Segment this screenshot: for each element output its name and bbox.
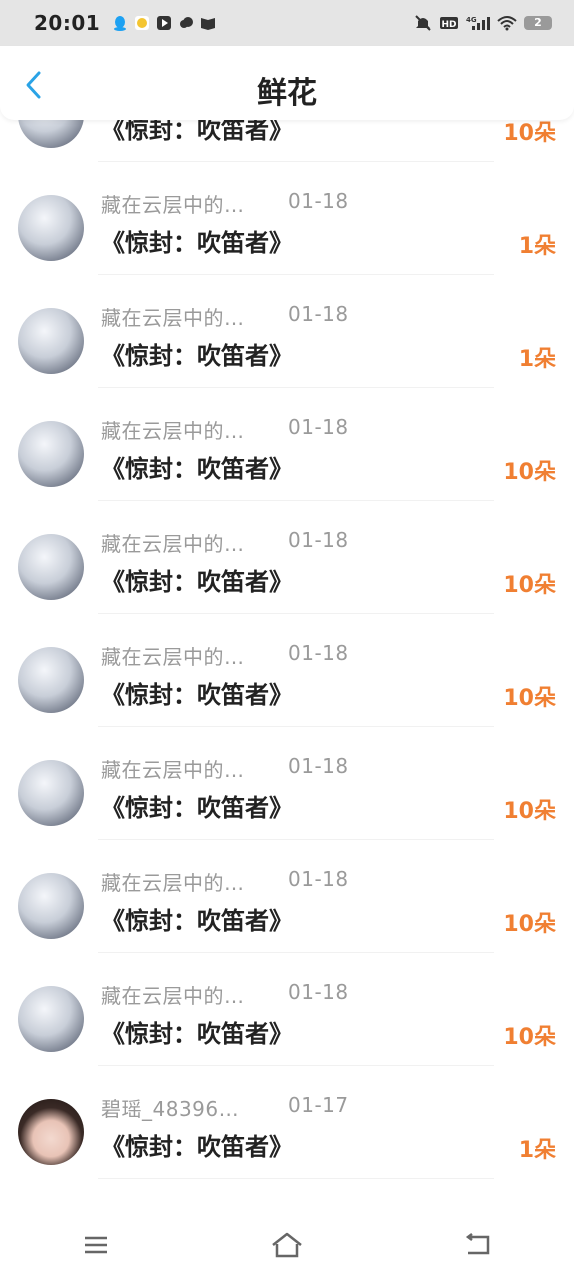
flower-count: 10朵	[503, 1025, 556, 1050]
flower-list[interactable]: 藏在云层中的…01-18《惊封：吹笛者》10朵藏在云层中的…01-18《惊封：吹…	[0, 120, 574, 1210]
face-app-icon	[135, 16, 150, 30]
svg-text:HD: HD	[441, 20, 456, 30]
user-name: 藏在云层中的…	[101, 532, 245, 556]
hd-icon: HD	[440, 17, 458, 30]
avatar[interactable]	[18, 308, 84, 374]
flower-count: 10朵	[503, 460, 556, 485]
user-name: 藏在云层中的…	[101, 984, 245, 1008]
user-name: 藏在云层中的…	[101, 758, 245, 782]
gift-date: 01-18	[288, 189, 349, 213]
list-item[interactable]: 藏在云层中的…01-18《惊封：吹笛者》10朵	[0, 120, 574, 162]
book-title: 《惊封：吹笛者》	[101, 1133, 293, 1161]
status-right: HD 4G 2	[414, 15, 552, 31]
flower-count: 1朵	[518, 347, 556, 372]
flower-count: 10朵	[503, 912, 556, 937]
list-item[interactable]: 藏在云层中的… 01-18 《惊封：吹笛者》 10朵	[0, 727, 574, 840]
flower-count: 1朵	[518, 1138, 556, 1163]
flower-count: 10朵	[503, 121, 556, 146]
book-app-icon	[201, 18, 216, 30]
cloud-app-icon	[180, 17, 194, 28]
signal-4g-icon: 4G	[466, 16, 490, 30]
home-icon	[272, 1232, 302, 1258]
row-divider	[98, 1178, 494, 1179]
list-item[interactable]: 藏在云层中的… 01-18 《惊封：吹笛者》 1朵	[0, 162, 574, 275]
book-title: 《惊封：吹笛者》	[101, 229, 293, 257]
avatar[interactable]	[18, 195, 84, 261]
status-bar: 20:01 HD 4G 2	[0, 0, 574, 46]
user-name: 碧瑶_48396…	[101, 1097, 240, 1121]
book-title: 《惊封：吹笛者》	[101, 794, 293, 822]
menu-button[interactable]	[76, 1225, 116, 1265]
gift-date: 01-18	[288, 528, 349, 552]
book-title: 《惊封：吹笛者》	[101, 681, 293, 709]
book-title: 《惊封：吹笛者》	[101, 342, 293, 370]
flower-count: 10朵	[503, 799, 556, 824]
flower-count: 10朵	[503, 573, 556, 598]
avatar[interactable]	[18, 647, 84, 713]
list-item[interactable]: 藏在云层中的… 01-18 《惊封：吹笛者》 10朵	[0, 501, 574, 614]
user-name: 藏在云层中的…	[101, 419, 245, 443]
user-name: 藏在云层中的…	[101, 871, 245, 895]
avatar[interactable]	[18, 421, 84, 487]
home-button[interactable]	[267, 1225, 307, 1265]
gift-date: 01-18	[288, 980, 349, 1004]
mute-icon	[415, 15, 431, 31]
gift-date: 01-18	[288, 867, 349, 891]
book-title: 《惊封：吹笛者》	[101, 1020, 293, 1048]
back-nav-button[interactable]	[458, 1225, 498, 1265]
menu-icon	[84, 1236, 107, 1254]
system-nav-bar	[0, 1210, 574, 1280]
qq-icon	[114, 16, 127, 31]
book-title: 《惊封：吹笛者》	[101, 568, 293, 596]
list-item[interactable]: 藏在云层中的… 01-18 《惊封：吹笛者》 10朵	[0, 840, 574, 953]
avatar[interactable]	[18, 760, 84, 826]
list-item[interactable]: 藏在云层中的… 01-18 《惊封：吹笛者》 10朵	[0, 614, 574, 727]
gift-date: 01-18	[288, 415, 349, 439]
list-item[interactable]: 藏在云层中的… 01-18 《惊封：吹笛者》 10朵	[0, 388, 574, 501]
avatar[interactable]	[18, 120, 84, 148]
page-title: 鲜花	[257, 76, 317, 111]
status-time: 20:01	[34, 11, 101, 35]
book-title: 《惊封：吹笛者》	[101, 120, 293, 144]
book-title: 《惊封：吹笛者》	[101, 907, 293, 935]
battery-indicator: 2	[524, 16, 552, 30]
flower-count: 10朵	[503, 686, 556, 711]
list-item[interactable]: 藏在云层中的… 01-18 《惊封：吹笛者》 10朵	[0, 953, 574, 1066]
avatar[interactable]	[18, 1099, 84, 1165]
user-name: 藏在云层中的…	[101, 645, 245, 669]
gift-date: 01-18	[288, 302, 349, 326]
avatar[interactable]	[18, 873, 84, 939]
video-app-icon	[157, 16, 172, 30]
book-title: 《惊封：吹笛者》	[101, 455, 293, 483]
return-icon	[466, 1233, 490, 1255]
svg-text:4G: 4G	[466, 16, 477, 24]
avatar[interactable]	[18, 534, 84, 600]
top-bar: 鲜花	[0, 46, 574, 120]
user-name: 藏在云层中的…	[101, 193, 245, 217]
flower-count: 1朵	[518, 234, 556, 259]
gift-date: 01-18	[288, 641, 349, 665]
user-name: 藏在云层中的…	[101, 306, 245, 330]
list-item[interactable]: 藏在云层中的… 01-18 《惊封：吹笛者》 1朵	[0, 275, 574, 388]
notification-icons	[112, 15, 216, 31]
wifi-icon	[497, 16, 517, 31]
list-item[interactable]: 碧瑶_48396… 01-17 《惊封：吹笛者》 1朵	[0, 1066, 574, 1179]
avatar[interactable]	[18, 986, 84, 1052]
flower-list-content: 藏在云层中的…01-18《惊封：吹笛者》10朵藏在云层中的…01-18《惊封：吹…	[0, 120, 574, 1179]
gift-date: 01-18	[288, 754, 349, 778]
gift-date: 01-17	[288, 1093, 349, 1117]
